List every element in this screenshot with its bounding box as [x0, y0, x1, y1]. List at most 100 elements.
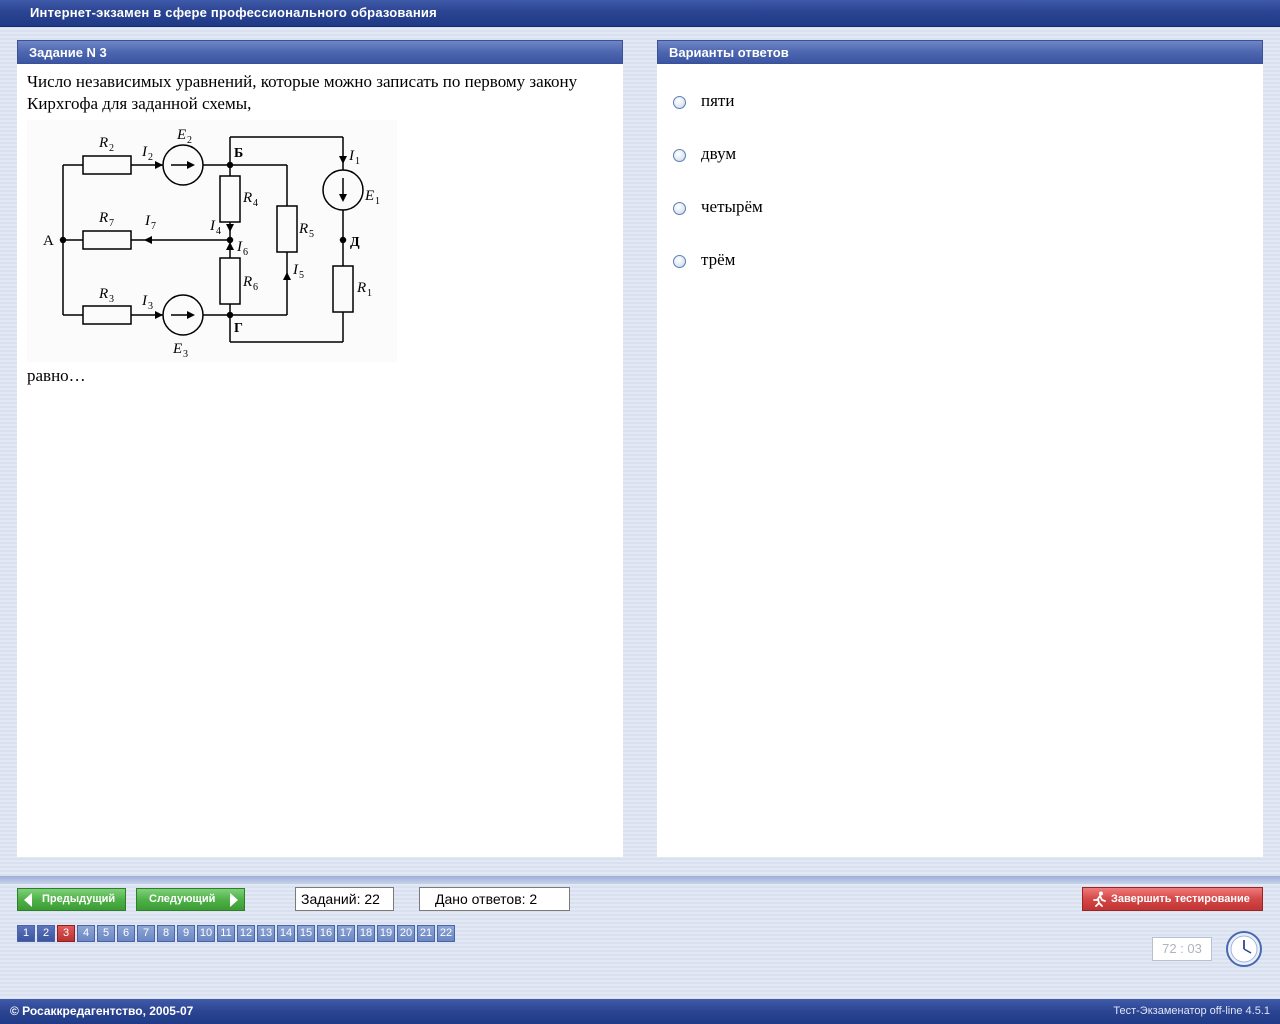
answered-count-text: Дано ответов: 2	[435, 891, 538, 907]
svg-text:А: А	[43, 233, 54, 249]
prev-label: Предыдущий	[42, 893, 116, 905]
svg-text:4: 4	[253, 198, 258, 209]
circuit-diagram: А Б Г Д R2 R7 R3 I2 I7 I3 E2 E3 R4 R6 R5…	[27, 120, 397, 362]
svg-text:R: R	[98, 286, 108, 302]
svg-text:E: E	[172, 341, 182, 357]
svg-text:6: 6	[243, 247, 248, 258]
page-button-22[interactable]: 22	[437, 925, 455, 942]
answer-label[interactable]: трём	[701, 250, 735, 270]
answers-panel-header: Варианты ответов	[657, 40, 1263, 64]
svg-text:Г: Г	[234, 321, 243, 336]
page-button-3[interactable]: 3	[57, 925, 75, 942]
svg-text:I: I	[292, 262, 299, 278]
svg-text:R: R	[98, 210, 108, 226]
svg-text:2: 2	[187, 135, 192, 146]
svg-text:7: 7	[151, 221, 156, 232]
tasks-count: Заданий: 22	[295, 887, 394, 911]
svg-text:1: 1	[367, 288, 372, 299]
page-button-8[interactable]: 8	[157, 925, 175, 942]
radio-button[interactable]	[673, 149, 686, 162]
radio-button[interactable]	[673, 96, 686, 109]
resistor-r1	[332, 265, 354, 313]
radio-button[interactable]	[673, 255, 686, 268]
finish-test-button[interactable]: Завершить тестирование	[1082, 887, 1263, 911]
page-button-14[interactable]: 14	[277, 925, 295, 942]
svg-text:E: E	[364, 188, 374, 204]
answer-label[interactable]: четырём	[701, 197, 763, 217]
svg-text:R: R	[98, 135, 108, 151]
svg-text:E: E	[176, 127, 186, 143]
svg-text:1: 1	[375, 196, 380, 207]
svg-text:2: 2	[109, 143, 114, 154]
page-button-10[interactable]: 10	[197, 925, 215, 942]
prev-button[interactable]: Предыдущий	[17, 888, 126, 911]
svg-text:I: I	[348, 148, 355, 164]
answered-count: Дано ответов: 2	[419, 887, 570, 911]
timer-display: 72 : 03	[1152, 937, 1212, 961]
svg-text:R: R	[242, 190, 252, 206]
answers-panel: Варианты ответов пяти двум четырём трём	[657, 40, 1263, 857]
page-button-5[interactable]: 5	[97, 925, 115, 942]
svg-text:R: R	[298, 221, 308, 237]
radio-button[interactable]	[673, 202, 686, 215]
task-panel: Задание N 3 Число независимых уравнений,…	[17, 40, 623, 857]
tasks-count-text: Заданий: 22	[301, 891, 380, 907]
next-label: Следующий	[149, 893, 216, 905]
svg-text:I: I	[236, 239, 243, 255]
question-text: Число независимых уравнений, которые мож…	[27, 72, 578, 113]
answer-label[interactable]: пяти	[701, 91, 734, 111]
svg-text:R: R	[356, 280, 366, 296]
running-man-icon	[1093, 891, 1106, 907]
page-button-18[interactable]: 18	[357, 925, 375, 942]
svg-text:3: 3	[109, 294, 114, 305]
svg-text:Д: Д	[350, 235, 360, 250]
page-button-17[interactable]: 17	[337, 925, 355, 942]
svg-text:3: 3	[183, 349, 188, 360]
page-button-11[interactable]: 11	[217, 925, 235, 942]
toolbar-divider	[0, 876, 1280, 884]
task-number: Задание N 3	[29, 45, 107, 60]
window-title: Интернет-экзамен в сфере профессионально…	[30, 5, 437, 20]
page-button-21[interactable]: 21	[417, 925, 435, 942]
svg-text:2: 2	[148, 152, 153, 163]
svg-text:3: 3	[148, 301, 153, 312]
resistor-r7	[82, 230, 132, 250]
page-button-2[interactable]: 2	[37, 925, 55, 942]
page-button-9[interactable]: 9	[177, 925, 195, 942]
next-button[interactable]: Следующий	[136, 888, 245, 911]
svg-text:I: I	[144, 213, 151, 229]
page-button-12[interactable]: 12	[237, 925, 255, 942]
svg-text:6: 6	[253, 282, 258, 293]
svg-text:R: R	[242, 274, 252, 290]
version-text: Тест-Экзаменатор off-line 4.5.1	[1113, 1005, 1270, 1017]
page-button-19[interactable]: 19	[377, 925, 395, 942]
svg-text:4: 4	[216, 226, 221, 237]
copyright-text: © Росаккредагентство, 2005-07	[10, 1004, 194, 1018]
resistor-r5	[276, 205, 298, 253]
title-bar: Интернет-экзамен в сфере профессионально…	[0, 0, 1280, 27]
svg-text:7: 7	[109, 218, 114, 229]
page-button-20[interactable]: 20	[397, 925, 415, 942]
resistor-r6	[219, 257, 241, 305]
page-button-13[interactable]: 13	[257, 925, 275, 942]
svg-text:I: I	[141, 293, 148, 309]
finish-label: Завершить тестирование	[1111, 893, 1250, 905]
page-button-1[interactable]: 1	[17, 925, 35, 942]
clock-icon	[1226, 931, 1262, 967]
resistor-r4	[219, 175, 241, 223]
page-button-6[interactable]: 6	[117, 925, 135, 942]
footer-bar: © Росаккредагентство, 2005-07 Тест-Экзам…	[0, 999, 1280, 1024]
page-button-7[interactable]: 7	[137, 925, 155, 942]
resistor-r2	[82, 155, 132, 175]
answer-label[interactable]: двум	[701, 144, 736, 164]
page-button-16[interactable]: 16	[317, 925, 335, 942]
svg-text:5: 5	[309, 229, 314, 240]
svg-text:1: 1	[355, 156, 360, 167]
page-button-15[interactable]: 15	[297, 925, 315, 942]
arrow-left-icon	[24, 893, 32, 907]
page-button-4[interactable]: 4	[77, 925, 95, 942]
svg-text:I: I	[141, 144, 148, 160]
question-tail: равно…	[27, 366, 86, 385]
resistor-r3	[82, 305, 132, 325]
answers-title: Варианты ответов	[669, 45, 789, 60]
